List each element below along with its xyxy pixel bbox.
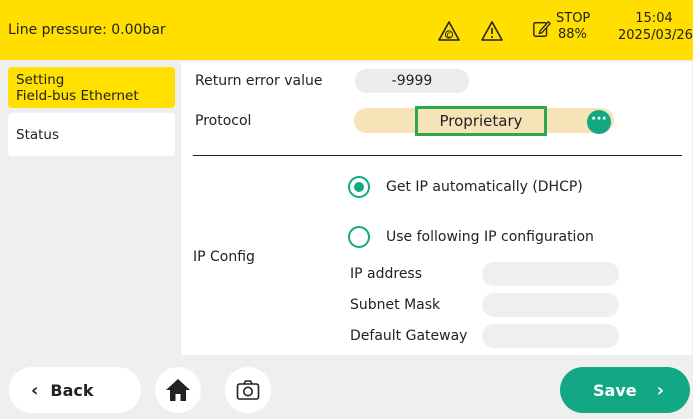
sidebar-item-label: Status bbox=[16, 126, 60, 143]
edit-icon bbox=[533, 21, 551, 37]
chevron-right-icon: › bbox=[656, 379, 665, 401]
status-header: Line pressure: 0.00bar c STOP 88% 15:04 … bbox=[0, 0, 693, 60]
save-button[interactable]: Save › bbox=[560, 367, 690, 413]
default-gateway-label: Default Gateway bbox=[350, 328, 468, 344]
ip-address-field[interactable] bbox=[482, 262, 619, 286]
warning-icon bbox=[481, 21, 503, 41]
clock: 15:04 2025/03/26 bbox=[618, 10, 693, 44]
home-button[interactable] bbox=[155, 367, 201, 413]
chevron-left-icon: ‹ bbox=[31, 379, 39, 401]
sidebar-item-sublabel: Field-bus Ethernet bbox=[16, 87, 139, 104]
static-ip-label: Use following IP configuration bbox=[386, 229, 594, 245]
protocol-value[interactable]: Proprietary bbox=[415, 106, 547, 136]
c-warning-icon: c bbox=[438, 21, 460, 41]
ip-config-label: IP Config bbox=[193, 249, 255, 265]
status-bottom-text: 88% bbox=[558, 27, 587, 42]
back-button[interactable]: ‹ Back bbox=[9, 367, 141, 413]
sidebar-item-label: Setting bbox=[16, 71, 65, 88]
subnet-mask-label: Subnet Mask bbox=[350, 297, 441, 313]
time-text: 15:04 bbox=[635, 11, 673, 26]
dhcp-radio[interactable] bbox=[348, 176, 370, 198]
line-pressure-text: Line pressure: 0.00bar bbox=[8, 22, 166, 38]
status-top-text: STOP bbox=[556, 11, 591, 26]
back-label: Back bbox=[50, 380, 94, 400]
home-icon bbox=[166, 379, 190, 401]
static-ip-radio[interactable] bbox=[348, 226, 370, 248]
camera-icon bbox=[236, 380, 260, 400]
save-label: Save bbox=[593, 380, 637, 400]
protocol-label: Protocol bbox=[195, 113, 252, 129]
sidebar-item-setting-fieldbus[interactable]: Setting Field-bus Ethernet bbox=[8, 67, 175, 108]
ip-address-label: IP address bbox=[350, 266, 423, 282]
svg-text:c: c bbox=[447, 31, 452, 41]
subnet-mask-field[interactable] bbox=[482, 293, 619, 317]
sidebar-item-status[interactable]: Status bbox=[8, 113, 175, 156]
status-indicator: STOP 88% bbox=[556, 11, 590, 43]
date-text: 2025/03/26 bbox=[618, 28, 693, 43]
divider bbox=[193, 155, 682, 156]
return-error-label: Return error value bbox=[195, 73, 323, 89]
settings-panel: Return error value -9999 Protocol Propri… bbox=[181, 62, 692, 355]
dhcp-label: Get IP automatically (DHCP) bbox=[386, 179, 583, 195]
return-error-field[interactable]: -9999 bbox=[355, 69, 469, 93]
screenshot-button[interactable] bbox=[225, 367, 271, 413]
default-gateway-field[interactable] bbox=[482, 324, 619, 348]
more-options-button[interactable]: ··· bbox=[587, 110, 611, 134]
